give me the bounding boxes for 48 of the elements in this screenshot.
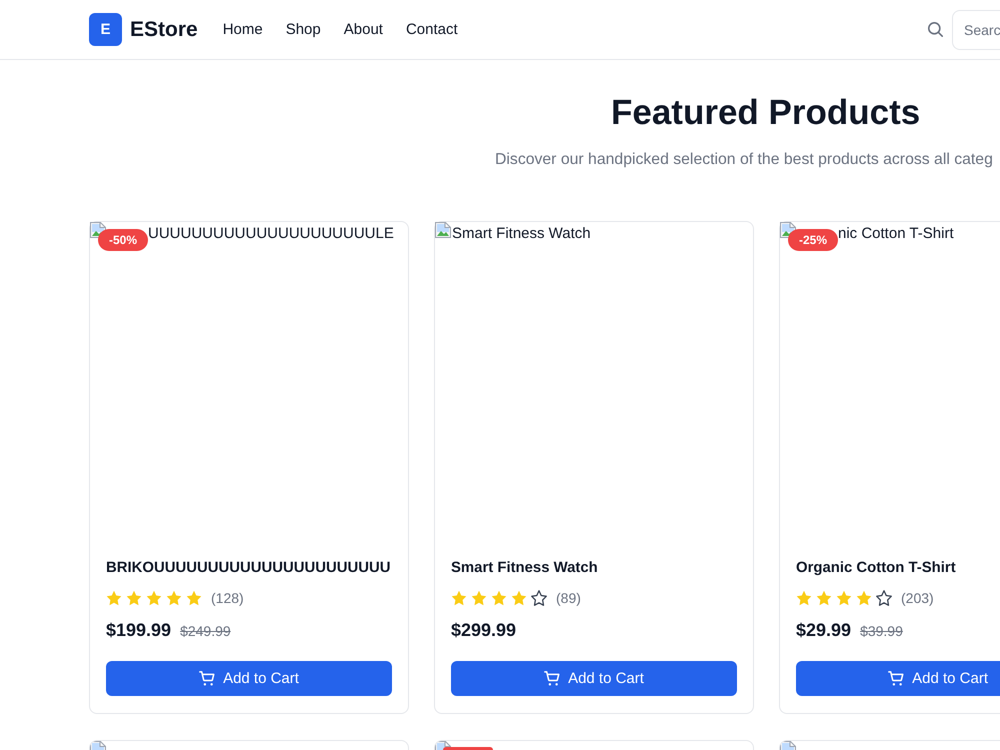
- add-to-cart-button[interactable]: Add to Cart: [106, 661, 392, 696]
- review-count: (89): [556, 590, 581, 606]
- star-icon: [126, 590, 142, 606]
- original-price: $249.99: [180, 622, 231, 641]
- star-outline-icon: [531, 590, 547, 606]
- star-icon: [836, 590, 852, 606]
- page-subtitle: Discover our handpicked selection of the best products across all categ: [495, 150, 993, 170]
- nav-link[interactable]: Shop: [286, 20, 321, 40]
- star-icon: [491, 590, 507, 606]
- discount-badge: [443, 747, 493, 750]
- star-icon: [186, 590, 202, 606]
- image-alt-text: UUUUUUUUUUUUUUUUUUUUULE: [148, 224, 394, 244]
- review-count: (203): [901, 590, 934, 606]
- image-alt-text: nic Cotton T-Shirt: [838, 224, 954, 244]
- price: $299.99: [451, 619, 516, 642]
- add-to-cart-button[interactable]: Add to Cart: [451, 661, 737, 696]
- review-count: (128): [211, 590, 244, 606]
- star-icon: [471, 590, 487, 606]
- product-name: Organic Cotton T-Shirt: [796, 559, 957, 578]
- star-icon: [166, 590, 182, 606]
- star-icon: [146, 590, 162, 606]
- star-icon: [796, 590, 812, 606]
- discount-badge: -50%: [98, 229, 148, 251]
- nav-link[interactable]: About: [344, 20, 383, 40]
- star-icon: [816, 590, 832, 606]
- add-to-cart-button[interactable]: Add to Cart: [796, 661, 1000, 696]
- price: $199.99: [106, 619, 172, 642]
- nav-link[interactable]: Home: [222, 20, 263, 40]
- image-alt-text: Smart Fitness Watch: [452, 224, 591, 244]
- star-icon: [511, 590, 527, 606]
- star-icon: [856, 590, 872, 606]
- cart-icon: [888, 671, 904, 686]
- star-outline-icon: [876, 590, 892, 606]
- search-icon: [928, 22, 943, 37]
- product-name: BRIKOUUUUUUUUUUUUUUUUUUUUUU: [106, 559, 392, 578]
- product-name: Smart Fitness Watch: [451, 559, 599, 578]
- star-icon: [451, 590, 467, 606]
- star-icon: [106, 590, 122, 606]
- original-price: $39.99: [860, 622, 903, 641]
- cart-icon: [544, 671, 560, 686]
- price: $29.99: [796, 619, 852, 642]
- cart-icon: [199, 671, 216, 686]
- search-field[interactable]: Searc: [952, 10, 1000, 50]
- brand-name: EStore: [130, 18, 198, 42]
- discount-badge: -25%: [788, 229, 838, 251]
- logo-mark: E: [89, 13, 122, 46]
- nav-link[interactable]: Contact: [406, 20, 458, 40]
- page-title: Featured Products: [611, 92, 920, 134]
